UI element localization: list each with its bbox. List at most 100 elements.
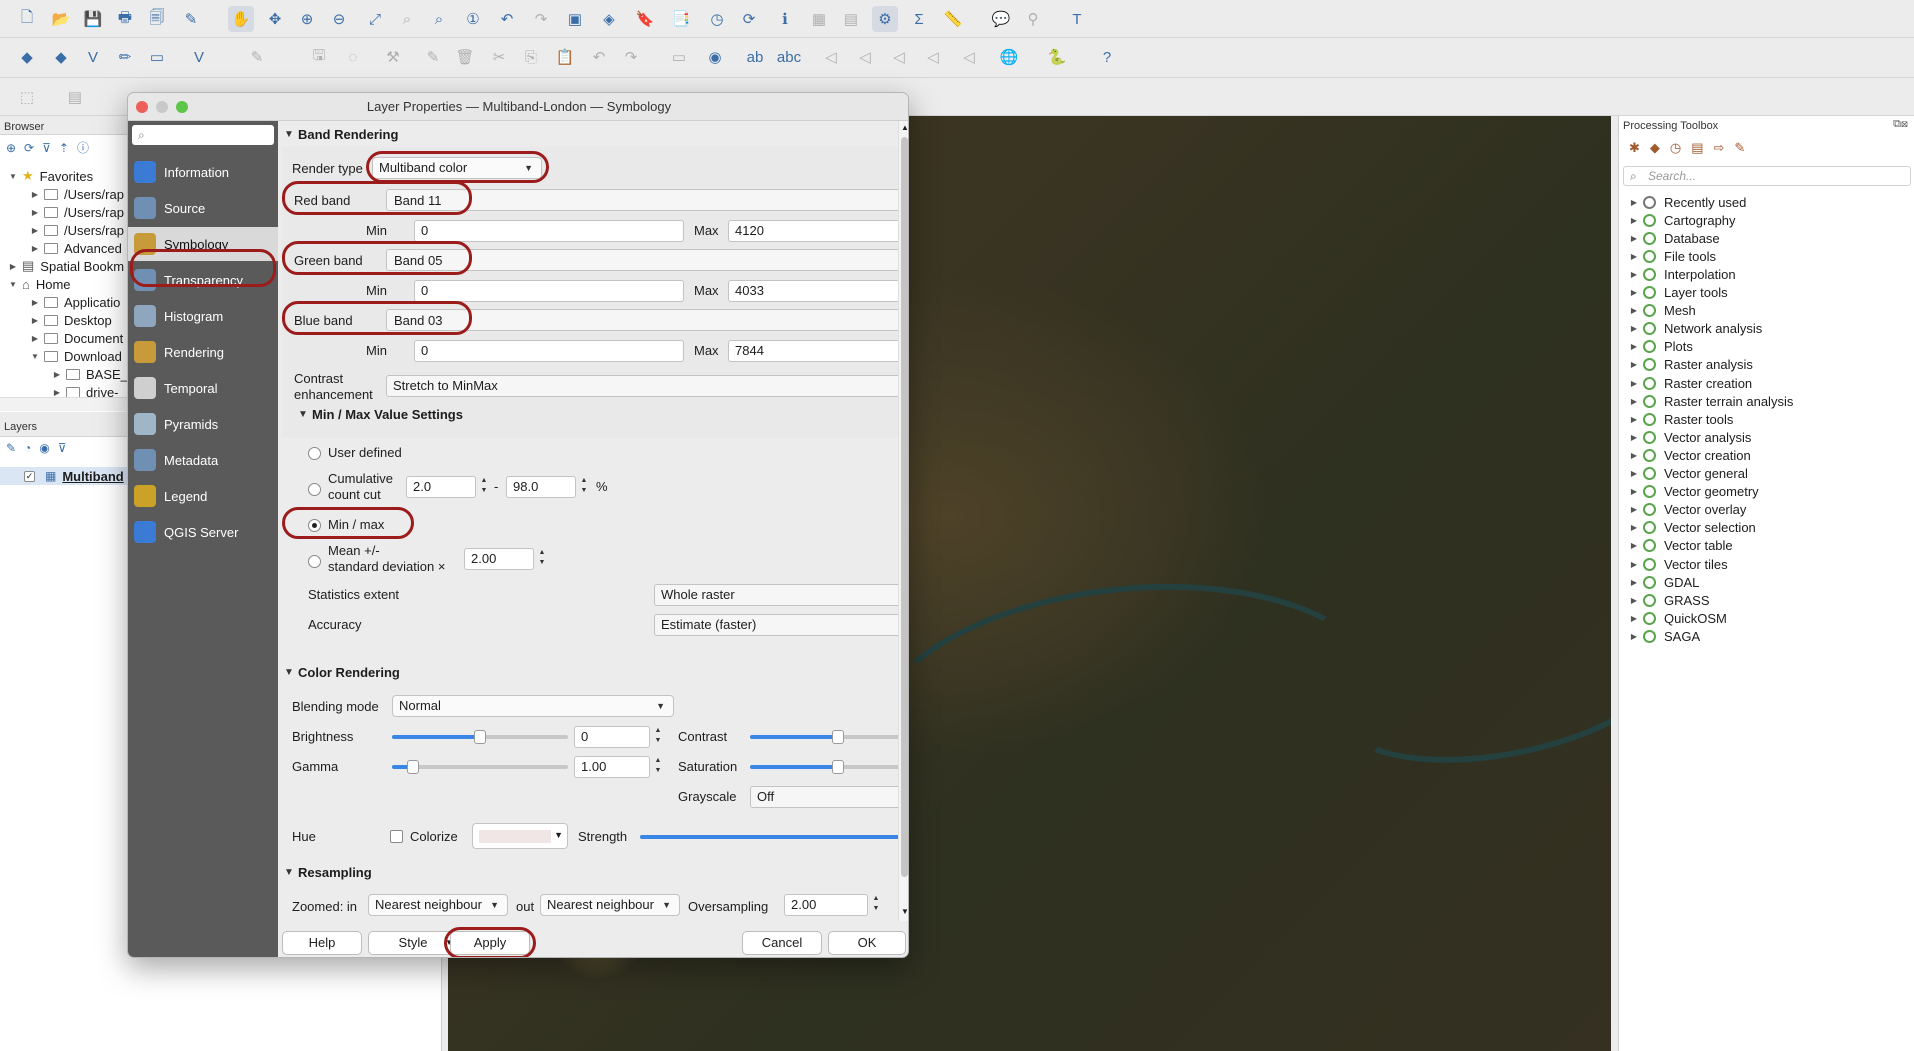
expand-arrow-icon[interactable]: ▶ bbox=[30, 208, 40, 217]
save-edits-icon[interactable]: 🖫 bbox=[306, 44, 332, 70]
expand-arrow-icon[interactable]: ▶ bbox=[1629, 288, 1639, 297]
expand-arrow-icon[interactable]: ▶ bbox=[1629, 433, 1639, 442]
new-bookmark-icon[interactable]: 🔖 bbox=[632, 6, 658, 32]
browser-item[interactable]: ▶ Applicatio bbox=[30, 293, 120, 311]
colorize-checkbox[interactable] bbox=[390, 830, 403, 843]
processing-group-item[interactable]: ▶ File tools bbox=[1629, 247, 1716, 265]
processing-group-item[interactable]: ▶ GDAL bbox=[1629, 573, 1699, 591]
redo-icon[interactable]: ↷ bbox=[618, 44, 644, 70]
blue-band-field[interactable] bbox=[386, 309, 908, 331]
processing-group-item[interactable]: ▶ Vector table bbox=[1629, 537, 1733, 555]
rotate-label-icon[interactable]: ◁ bbox=[920, 44, 946, 70]
processing-group-item[interactable]: ▶ Mesh bbox=[1629, 302, 1696, 320]
browser-item[interactable]: ▶ Desktop bbox=[30, 311, 112, 329]
processing-group-item[interactable]: ▶ Vector overlay bbox=[1629, 501, 1746, 519]
processing-group-item[interactable]: ▶ Plots bbox=[1629, 338, 1693, 356]
scroll-thumb[interactable] bbox=[901, 137, 908, 877]
cumulative-count-cut-radio[interactable] bbox=[308, 483, 321, 496]
show-label-icon[interactable]: ◁ bbox=[852, 44, 878, 70]
layer-visibility-checkbox[interactable]: ✓ bbox=[24, 470, 35, 482]
undo-icon[interactable]: ↶ bbox=[586, 44, 612, 70]
expand-arrow-icon[interactable]: ▶ bbox=[1629, 306, 1639, 315]
browser-item[interactable]: ▼ Download bbox=[30, 347, 122, 365]
temporal-controller-icon[interactable]: ◷ bbox=[704, 6, 730, 32]
gamma-input[interactable]: 1.00 bbox=[574, 756, 650, 778]
modify-attributes-icon[interactable]: ✎ bbox=[420, 44, 446, 70]
help-button[interactable]: Help bbox=[282, 931, 362, 955]
copy-icon[interactable]: ⎘ bbox=[518, 44, 544, 70]
colorize-color-button[interactable]: ▼ bbox=[472, 823, 568, 849]
expand-arrow-icon[interactable]: ▶ bbox=[1629, 216, 1639, 225]
apply-button[interactable]: Apply bbox=[450, 931, 530, 955]
user-defined-radio[interactable] bbox=[308, 447, 321, 460]
nav-item[interactable]: Rendering bbox=[128, 335, 278, 369]
nav-item[interactable]: Histogram bbox=[128, 299, 278, 333]
new-3d-view-icon[interactable]: ◈ bbox=[596, 6, 622, 32]
move-label-icon[interactable]: ◁ bbox=[886, 44, 912, 70]
zoom-last-icon[interactable]: ↶ bbox=[494, 6, 520, 32]
blending-mode-select[interactable]: Normal ▼ bbox=[392, 695, 674, 717]
slider-handle[interactable] bbox=[407, 760, 420, 774]
browser-item[interactable]: ▶ ▤ Spatial Bookm bbox=[8, 257, 124, 275]
brightness-slider[interactable] bbox=[392, 730, 568, 744]
expand-arrow-icon[interactable]: ▶ bbox=[1629, 469, 1639, 478]
expand-arrow-icon[interactable]: ▶ bbox=[30, 226, 40, 235]
cum-low-input[interactable]: 2.0 bbox=[406, 476, 476, 498]
vertex-tool-icon[interactable]: ⚒ bbox=[380, 44, 406, 70]
zoom-in-icon[interactable]: ⊕ bbox=[294, 6, 320, 32]
style-button[interactable]: Style▼ bbox=[368, 931, 458, 955]
virtual-layer-icon[interactable]: V bbox=[186, 44, 212, 70]
identify-icon[interactable]: ℹ bbox=[772, 6, 798, 32]
slider-handle[interactable] bbox=[832, 760, 844, 774]
content-scrollbar[interactable]: ▲ ▼ bbox=[898, 121, 908, 921]
nav-item[interactable]: QGIS Server bbox=[128, 515, 278, 549]
digitize-icon[interactable]: V bbox=[80, 44, 106, 70]
green-max-input[interactable]: 4033 bbox=[728, 280, 908, 302]
metasearch-icon[interactable]: 🌐 bbox=[996, 44, 1022, 70]
layer-name[interactable]: Multiband bbox=[62, 469, 123, 484]
slider-handle[interactable] bbox=[474, 730, 486, 744]
expand-arrow-icon[interactable]: ▼ bbox=[8, 172, 18, 181]
processing-search-input[interactable]: ⌕ Search... bbox=[1623, 166, 1911, 186]
red-min-input[interactable]: 0 bbox=[414, 220, 684, 242]
expand-arrow-icon[interactable]: ▶ bbox=[1629, 523, 1639, 532]
paste-icon[interactable]: 📋 bbox=[552, 44, 578, 70]
browser-item[interactable]: ▶ BASE_ bbox=[52, 365, 128, 383]
processing-group-item[interactable]: ▶ Raster creation bbox=[1629, 374, 1752, 392]
zoom-out-icon[interactable]: ⊖ bbox=[326, 6, 352, 32]
band-rendering-header[interactable]: ▼ Band Rendering bbox=[284, 127, 398, 142]
contrast-slider[interactable] bbox=[750, 730, 908, 744]
zoom-layer-icon[interactable]: ⌕ bbox=[426, 6, 452, 32]
expand-arrow-icon[interactable]: ▶ bbox=[52, 388, 62, 397]
slider-handle[interactable] bbox=[832, 730, 844, 744]
expand-arrow-icon[interactable]: ▶ bbox=[1629, 487, 1639, 496]
browser-item[interactable]: ▶ /Users/rap bbox=[30, 221, 124, 239]
refresh-icon[interactable]: ⟳ bbox=[736, 6, 762, 32]
expand-arrow-icon[interactable]: ▶ bbox=[1629, 234, 1639, 243]
expand-arrow-icon[interactable]: ▶ bbox=[30, 316, 40, 325]
processing-group-item[interactable]: ▶ Cartography bbox=[1629, 211, 1736, 229]
expand-arrow-icon[interactable]: ▶ bbox=[8, 262, 18, 271]
expand-arrow-icon[interactable]: ▶ bbox=[1629, 614, 1639, 623]
processing-group-item[interactable]: ▶ Network analysis bbox=[1629, 320, 1762, 338]
contrast-enhancement-select[interactable]: Stretch to MinMax bbox=[386, 375, 908, 397]
scroll-up-arrow[interactable]: ▲ bbox=[901, 123, 908, 132]
expand-arrow-icon[interactable]: ▶ bbox=[30, 298, 40, 307]
edit-pen-icon[interactable]: ✏ bbox=[112, 44, 138, 70]
minimize-window-button[interactable] bbox=[156, 101, 168, 113]
strength-slider[interactable] bbox=[640, 835, 908, 839]
zoom-next-icon[interactable]: ↷ bbox=[528, 6, 554, 32]
processing-group-item[interactable]: ▶ Interpolation bbox=[1629, 265, 1736, 283]
zoom-selection-icon[interactable]: ⌕ bbox=[394, 6, 420, 32]
expand-arrow-icon[interactable]: ▶ bbox=[1629, 415, 1639, 424]
select-by-value-icon[interactable]: ▤ bbox=[62, 84, 88, 110]
processing-toolbox-close-icon[interactable]: ⧉⊠ bbox=[1893, 118, 1908, 131]
browser-item[interactable]: ▶ Document bbox=[30, 329, 123, 347]
color-rendering-header[interactable]: ▼ Color Rendering bbox=[284, 665, 400, 680]
cum-high-stepper[interactable]: ▲ ▼ bbox=[578, 476, 590, 498]
label-abc-red-icon[interactable]: abc bbox=[776, 44, 802, 70]
red-band-field[interactable] bbox=[386, 189, 908, 211]
nav-item[interactable]: Legend bbox=[128, 479, 278, 513]
accuracy-select[interactable]: Estimate (faster) bbox=[654, 614, 908, 636]
processing-group-item[interactable]: ▶ Vector selection bbox=[1629, 519, 1756, 537]
